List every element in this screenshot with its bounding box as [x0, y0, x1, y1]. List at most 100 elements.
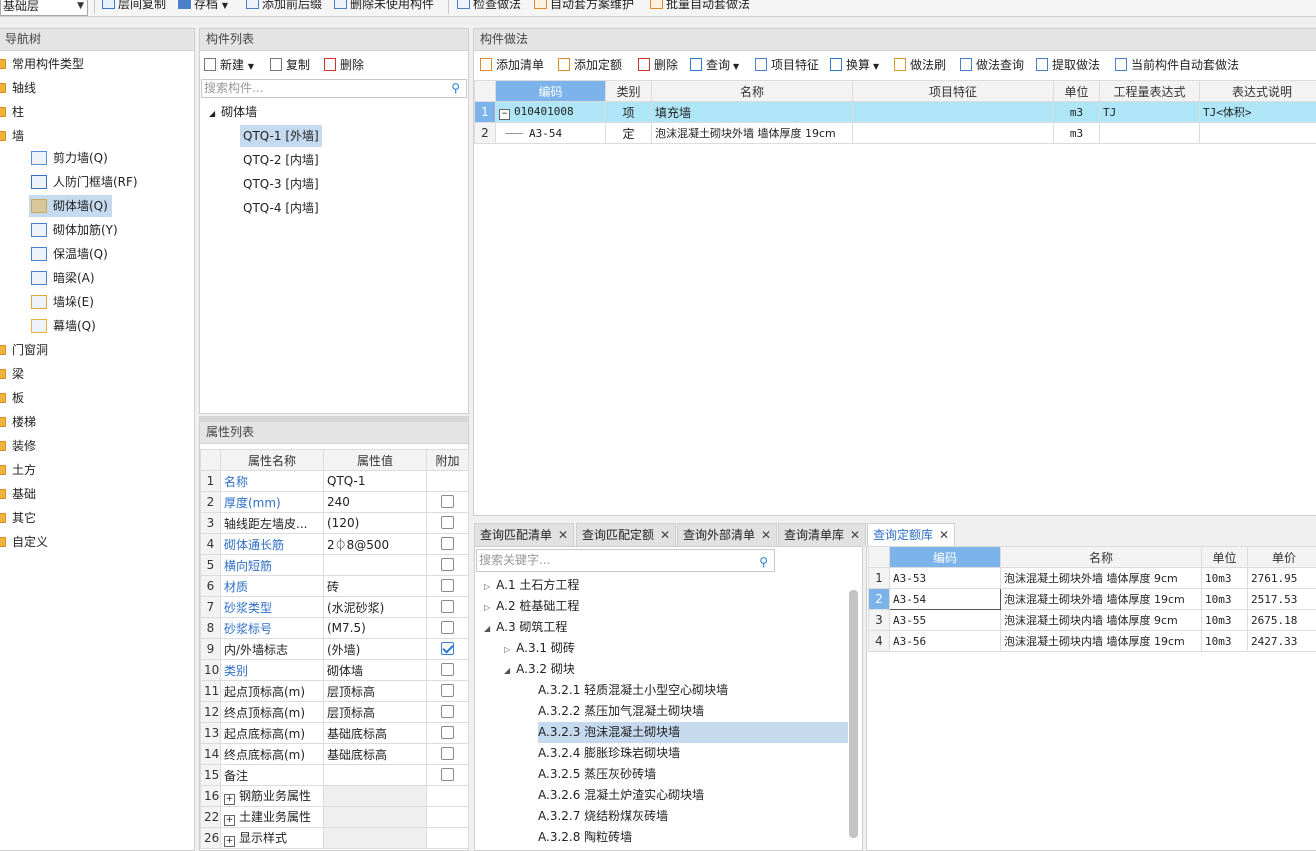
attach-checkbox[interactable]: [441, 726, 454, 739]
property-value[interactable]: 2⏀8@500: [324, 534, 427, 555]
expand-plus-icon[interactable]: +: [224, 836, 235, 847]
price-header[interactable]: 单价: [1248, 547, 1316, 568]
collapse-minus-icon[interactable]: −: [499, 109, 510, 120]
property-value[interactable]: 层顶标高: [324, 702, 427, 723]
attach-checkbox[interactable]: [441, 663, 454, 676]
delete-unused-button[interactable]: 删除未使用构件: [334, 0, 434, 14]
attach-checkbox[interactable]: [441, 747, 454, 760]
floor-select[interactable]: 基础层▼: [0, 0, 88, 16]
expand-arrow-icon[interactable]: ▷: [484, 603, 490, 612]
quota-row[interactable]: 2A3-54泡沫混凝土砌块外墙 墙体厚度 19cm10m32517.53: [869, 589, 1316, 610]
quota-name[interactable]: 泡沫混凝土砌块内墙 墙体厚度 19cm: [1001, 631, 1202, 652]
property-value[interactable]: 砖: [324, 576, 427, 597]
type-header[interactable]: 类别: [606, 81, 652, 102]
convert-button[interactable]: 换算▼: [830, 56, 879, 74]
quota-name[interactable]: 泡沫混凝土砌块内墙 墙体厚度 9cm: [1001, 610, 1202, 631]
property-value[interactable]: [324, 765, 427, 786]
nav-sub-item[interactable]: 砌体墙(Q): [29, 195, 112, 217]
batch-auto-method-button[interactable]: 批量自动套做法: [650, 0, 750, 14]
code-header[interactable]: 编码: [496, 81, 606, 102]
attach-checkbox[interactable]: [441, 705, 454, 718]
property-row[interactable]: 3轴线距左墙皮...(120): [201, 513, 469, 534]
attach-checkbox[interactable]: [441, 600, 454, 613]
property-value[interactable]: [324, 786, 427, 807]
quota-price[interactable]: 2675.18: [1248, 610, 1316, 631]
method-type[interactable]: 项: [606, 102, 652, 123]
property-value[interactable]: [324, 828, 427, 849]
query-tab[interactable]: 查询清单库✕: [778, 523, 866, 546]
property-row[interactable]: 2厚度(mm)240: [201, 492, 469, 513]
property-row[interactable]: 26+显示样式: [201, 828, 469, 849]
extract-method-button[interactable]: 提取做法: [1036, 56, 1100, 74]
method-name[interactable]: 填充墙: [652, 102, 853, 123]
code-header[interactable]: 编码: [890, 547, 1001, 568]
quota-price[interactable]: 2761.95: [1248, 568, 1316, 589]
method-unit[interactable]: m3: [1054, 102, 1100, 123]
nav-sub-item[interactable]: 保温墙(Q): [29, 243, 112, 265]
close-icon[interactable]: ✕: [558, 528, 568, 542]
unit-header[interactable]: 单位: [1054, 81, 1100, 102]
quota-tree-node[interactable]: A.3.2.3 泡沫混凝土砌块墙: [538, 722, 848, 743]
property-row[interactable]: 6材质砖: [201, 576, 469, 597]
feature-header[interactable]: 项目特征: [853, 81, 1054, 102]
quota-unit[interactable]: 10m3: [1202, 589, 1248, 610]
nav-item[interactable]: 其它: [0, 507, 36, 529]
nav-sub-item[interactable]: 剪力墙(Q): [29, 147, 112, 169]
method-desc[interactable]: [1200, 123, 1316, 144]
quota-name[interactable]: 泡沫混凝土砌块外墙 墙体厚度 19cm: [1001, 589, 1202, 610]
query-tab[interactable]: 查询定额库✕: [867, 523, 955, 547]
add-prefix-suffix-button[interactable]: 添加前后缀: [246, 0, 322, 14]
quota-tree-node[interactable]: A.3.2.7 烧结粉煤灰砖墙: [538, 806, 668, 827]
nav-item[interactable]: 门窗洞: [0, 339, 48, 361]
nav-sub-item[interactable]: 人防门框墙(RF): [29, 171, 142, 193]
method-type[interactable]: 定: [606, 123, 652, 144]
method-code[interactable]: A3-54: [496, 123, 606, 144]
nav-item[interactable]: 自定义: [0, 531, 48, 553]
property-value[interactable]: (120): [324, 513, 427, 534]
nav-item[interactable]: 楼梯: [0, 411, 36, 433]
method-expr[interactable]: [1100, 123, 1200, 144]
quota-unit[interactable]: 10m3: [1202, 610, 1248, 631]
name-header[interactable]: 名称: [652, 81, 853, 102]
quota-name[interactable]: 泡沫混凝土砌块外墙 墙体厚度 9cm: [1001, 568, 1202, 589]
property-row[interactable]: 12终点顶标高(m)层顶标高: [201, 702, 469, 723]
quota-tree-node[interactable]: ▷A.2 桩基础工程: [484, 596, 579, 617]
property-value[interactable]: QTQ-1: [324, 471, 427, 492]
quota-tree-node[interactable]: ▷A.1 土石方工程: [484, 575, 579, 596]
quota-code[interactable]: A3-55: [890, 610, 1001, 631]
method-expr[interactable]: TJ: [1100, 102, 1200, 123]
property-value[interactable]: 240: [324, 492, 427, 513]
quota-price[interactable]: 2427.33: [1248, 631, 1316, 652]
quota-unit[interactable]: 10m3: [1202, 568, 1248, 589]
attach-checkbox[interactable]: [441, 621, 454, 634]
attach-checkbox[interactable]: [441, 558, 454, 571]
property-row[interactable]: 8砂浆标号(M7.5): [201, 618, 469, 639]
collapse-arrow-icon[interactable]: ◢: [484, 624, 490, 633]
quota-tree-node[interactable]: A.3.2.5 蒸压灰砂砖墙: [538, 764, 656, 785]
close-icon[interactable]: ✕: [761, 528, 771, 542]
nav-item[interactable]: 装修: [0, 435, 36, 457]
property-value[interactable]: 砌体墙: [324, 660, 427, 681]
component-tree-root[interactable]: ◢砌体墙: [209, 101, 257, 123]
quota-tree-node[interactable]: A.3.2.4 膨胀珍珠岩砌块墙: [538, 743, 680, 764]
property-value[interactable]: (M7.5): [324, 618, 427, 639]
nav-item[interactable]: 板: [0, 387, 24, 409]
property-value[interactable]: (水泥砂浆): [324, 597, 427, 618]
add-quota-button[interactable]: 添加定额: [558, 56, 622, 74]
auto-method-button[interactable]: 当前构件自动套做法: [1115, 56, 1239, 74]
property-row[interactable]: 5横向短筋: [201, 555, 469, 576]
nav-sub-item[interactable]: 暗梁(A): [29, 267, 99, 289]
component-item[interactable]: QTQ-4 [内墙]: [240, 197, 322, 219]
quota-tree-node[interactable]: A.3.2.1 轻质混凝土小型空心砌块墙: [538, 680, 728, 701]
property-row[interactable]: 13起点底标高(m)基础底标高: [201, 723, 469, 744]
check-method-button[interactable]: 检查做法: [457, 0, 521, 14]
component-item[interactable]: QTQ-1 [外墙]: [240, 125, 322, 147]
method-feature[interactable]: [853, 102, 1054, 123]
quota-code[interactable]: A3-54: [890, 589, 1001, 610]
collapse-arrow-icon[interactable]: ◢: [504, 666, 510, 675]
close-icon[interactable]: ✕: [660, 528, 670, 542]
expand-arrow-icon[interactable]: ▷: [484, 582, 490, 591]
attach-checkbox[interactable]: [441, 495, 454, 508]
query-tab[interactable]: 查询匹配清单✕: [474, 523, 574, 546]
quota-code[interactable]: A3-53: [890, 568, 1001, 589]
